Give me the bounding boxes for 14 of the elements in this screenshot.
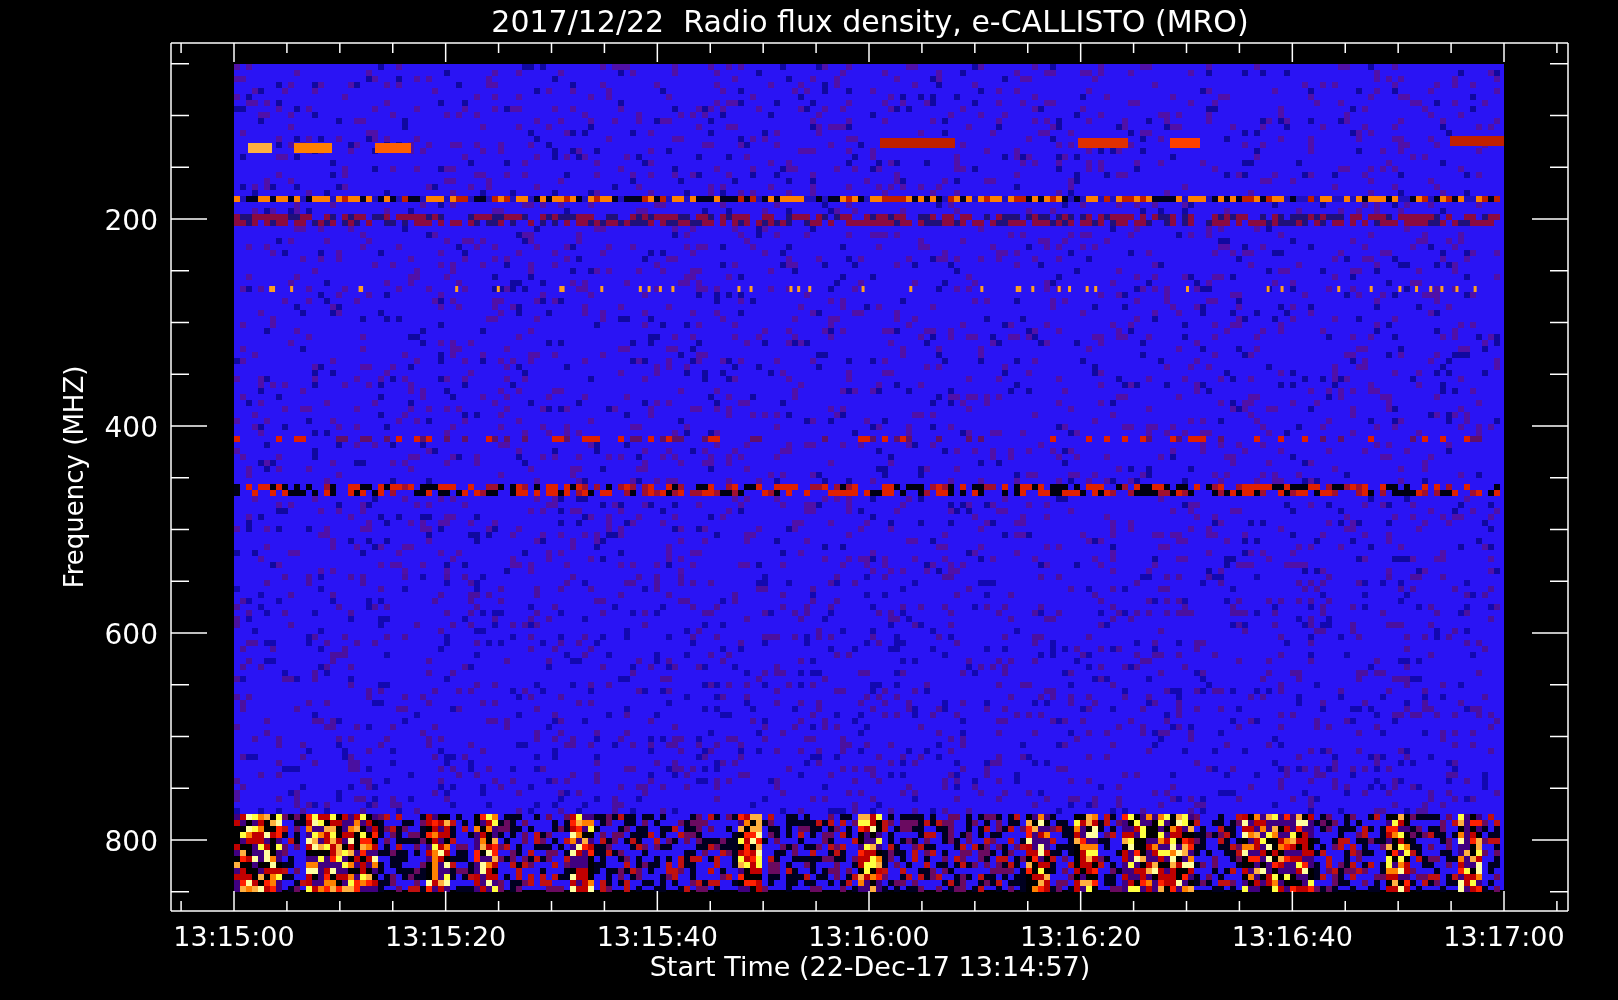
y-tick-label: 400 xyxy=(104,411,158,444)
x-tick-label: 13:15:40 xyxy=(596,921,718,952)
y-tick-label: 800 xyxy=(104,825,158,858)
x-axis-title: Start Time (22-Dec-17 13:14:57) xyxy=(649,951,1091,982)
x-tick-label: 13:16:20 xyxy=(1020,921,1142,952)
x-tick-label: 13:17:00 xyxy=(1443,921,1565,952)
x-tick-label: 13:16:00 xyxy=(808,921,930,952)
y-tick-label: 200 xyxy=(104,204,158,237)
chart-title: 2017/12/22 Radio flux density, e-CALLISTO (MRO) xyxy=(491,4,1249,39)
x-tick-label: 13:16:40 xyxy=(1231,921,1353,952)
x-tick-label: 13:15:00 xyxy=(173,921,295,952)
x-tick-label: 13:15:20 xyxy=(385,921,507,952)
y-axis-title: Frequency (MHZ) xyxy=(59,365,89,589)
y-tick-label: 600 xyxy=(104,618,158,651)
